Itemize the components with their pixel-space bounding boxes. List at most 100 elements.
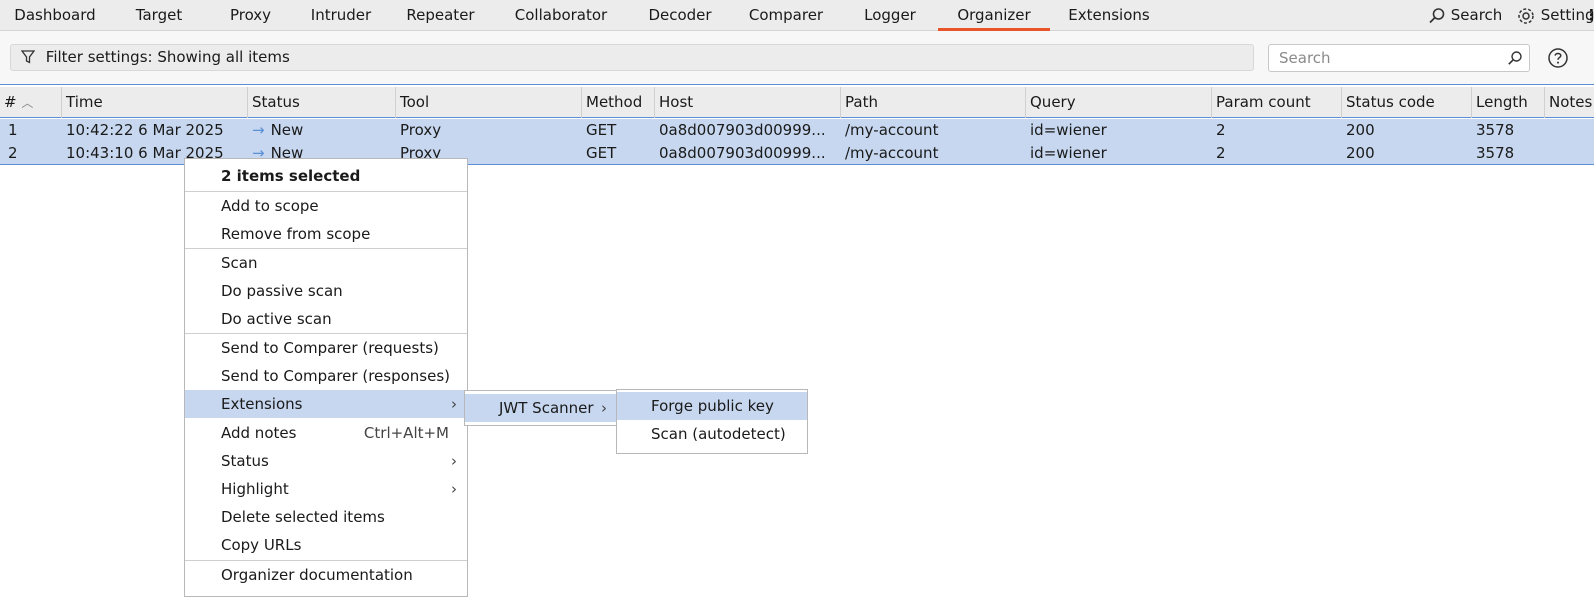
chevron-right-icon: › <box>451 452 457 470</box>
menu-item-add-to-scope[interactable]: Add to scope <box>185 192 467 220</box>
cell-time: 10:42:22 6 Mar 2025 <box>66 121 224 139</box>
column-header-path[interactable]: Path <box>841 87 1026 118</box>
settings-button[interactable]: Setting <box>1516 0 1594 31</box>
tab-dashboard[interactable]: Dashboard <box>0 0 110 31</box>
menu-item-extensions[interactable]: Extensions › <box>185 390 467 418</box>
column-header-status[interactable]: Status <box>248 87 396 118</box>
tab-extensions[interactable]: Extensions <box>1050 0 1168 31</box>
column-label: Length <box>1476 93 1528 111</box>
tab-organizer[interactable]: Organizer <box>938 0 1050 31</box>
help-icon <box>1548 48 1568 68</box>
keyboard-shortcut: Ctrl+Alt+M <box>363 424 449 442</box>
menu-item-copy-urls[interactable]: Copy URLs <box>185 531 467 559</box>
filter-text: Filter settings: Showing all items <box>45 48 290 66</box>
column-header-length[interactable]: Length <box>1472 87 1545 118</box>
tab-decoder[interactable]: Decoder <box>630 0 730 31</box>
column-header-number[interactable]: # ︿ <box>0 87 62 118</box>
filter-toolbar: Filter settings: Showing all items <box>0 31 1594 85</box>
arrow-right-icon: → <box>252 121 265 139</box>
column-header-time[interactable]: Time <box>62 87 248 118</box>
main-tab-bar: Dashboard Target Proxy Intruder Repeater… <box>0 0 1594 31</box>
column-label: Host <box>659 93 694 111</box>
menu-item-jwt-scanner[interactable]: JWT Scanner › <box>465 394 617 422</box>
cell-path: /my-account <box>845 121 939 139</box>
menu-item-label: Add notes <box>221 424 297 442</box>
tab-repeater[interactable]: Repeater <box>389 0 492 31</box>
cell-status: → New <box>248 119 396 142</box>
extensions-submenu: JWT Scanner › <box>464 390 618 426</box>
cell-method: GET <box>586 144 617 162</box>
cell-tool: Proxy <box>400 121 442 139</box>
menu-item-highlight[interactable]: Highlight › <box>185 475 467 503</box>
tab-proxy[interactable]: Proxy <box>208 0 293 31</box>
more-options-icon[interactable]: ⋮ <box>1584 0 1594 31</box>
menu-item-active-scan[interactable]: Do active scan <box>185 305 467 333</box>
tab-logger[interactable]: Logger <box>842 0 938 31</box>
chevron-right-icon: › <box>451 395 457 413</box>
cell-number: 1 <box>8 121 18 139</box>
menu-item-delete-selected[interactable]: Delete selected items <box>185 503 467 531</box>
tab-comparer[interactable]: Comparer <box>730 0 842 31</box>
column-label: Time <box>66 93 103 111</box>
column-label: Query <box>1030 93 1076 111</box>
cell-host: 0a8d007903d00999... <box>659 121 826 139</box>
cell-length: 3578 <box>1476 144 1515 162</box>
menu-item-label: Highlight <box>221 480 289 498</box>
chevron-right-icon: › <box>601 399 607 417</box>
column-header-host[interactable]: Host <box>655 87 841 118</box>
menu-item-status[interactable]: Status › <box>185 447 467 475</box>
column-label: Path <box>845 93 878 111</box>
cell-number: 2 <box>8 144 18 162</box>
menu-item-add-notes[interactable]: Add notes Ctrl+Alt+M <box>185 419 467 447</box>
menu-item-send-to-comparer-responses[interactable]: Send to Comparer (responses) <box>185 362 467 390</box>
menu-item-remove-from-scope[interactable]: Remove from scope <box>185 220 467 248</box>
menu-item-organizer-documentation[interactable]: Organizer documentation <box>185 561 467 589</box>
search-label: Search <box>1450 6 1503 24</box>
global-search-button[interactable]: Search <box>1428 0 1502 31</box>
column-label: Notes <box>1549 93 1593 111</box>
menu-item-forge-public-key[interactable]: Forge public key <box>617 392 807 420</box>
cell-host: 0a8d007903d00999... <box>659 144 826 162</box>
cell-param-count: 2 <box>1216 121 1226 139</box>
cell-param-count: 2 <box>1216 144 1226 162</box>
menu-item-passive-scan[interactable]: Do passive scan <box>185 277 467 305</box>
tab-label: Intruder <box>310 6 372 24</box>
filter-settings-bar[interactable]: Filter settings: Showing all items <box>10 44 1254 71</box>
cell-path: /my-account <box>845 144 939 162</box>
menu-item-label: JWT Scanner <box>499 399 594 417</box>
search-icon <box>1508 51 1522 65</box>
menu-item-label: Extensions <box>221 395 303 413</box>
tab-collaborator[interactable]: Collaborator <box>492 0 630 31</box>
column-header-method[interactable]: Method <box>582 87 655 118</box>
tab-label: Proxy <box>229 6 272 24</box>
tab-label: Logger <box>864 6 916 24</box>
cell-status-code: 200 <box>1346 144 1375 162</box>
tab-label: Extensions <box>1068 6 1150 24</box>
sort-ascending-icon: ︿ <box>21 96 34 110</box>
jwt-scanner-submenu: Forge public key Scan (autodetect) <box>616 389 808 454</box>
cell-notes <box>1545 142 1594 165</box>
column-header-status-code[interactable]: Status code <box>1342 87 1472 118</box>
cell-method: GET <box>586 121 617 139</box>
tab-label: Decoder <box>648 6 712 24</box>
column-label: Status <box>252 93 300 111</box>
search-input[interactable] <box>1269 45 1489 71</box>
menu-item-scan[interactable]: Scan <box>185 249 467 277</box>
column-header-tool[interactable]: Tool <box>396 87 582 118</box>
column-header-param-count[interactable]: Param count <box>1212 87 1342 118</box>
column-label: # <box>4 93 17 111</box>
funnel-icon <box>21 49 35 64</box>
menu-item-scan-autodetect[interactable]: Scan (autodetect) <box>617 420 807 448</box>
column-header-query[interactable]: Query <box>1026 87 1212 118</box>
menu-item-send-to-comparer-requests[interactable]: Send to Comparer (requests) <box>185 334 467 362</box>
search-field[interactable] <box>1268 44 1530 72</box>
help-button[interactable] <box>1547 47 1569 73</box>
table-header: # ︿ Time Status Tool Method Host Path Qu… <box>0 87 1594 118</box>
tab-intruder[interactable]: Intruder <box>293 0 389 31</box>
status-text: New <box>270 121 304 139</box>
table-row[interactable]: 1 10:42:22 6 Mar 2025 → New Proxy GET 0a8… <box>0 119 1594 142</box>
column-label: Tool <box>400 93 430 111</box>
column-header-notes[interactable]: Notes <box>1545 87 1594 118</box>
column-label: Method <box>586 93 643 111</box>
tab-target[interactable]: Target <box>110 0 208 31</box>
